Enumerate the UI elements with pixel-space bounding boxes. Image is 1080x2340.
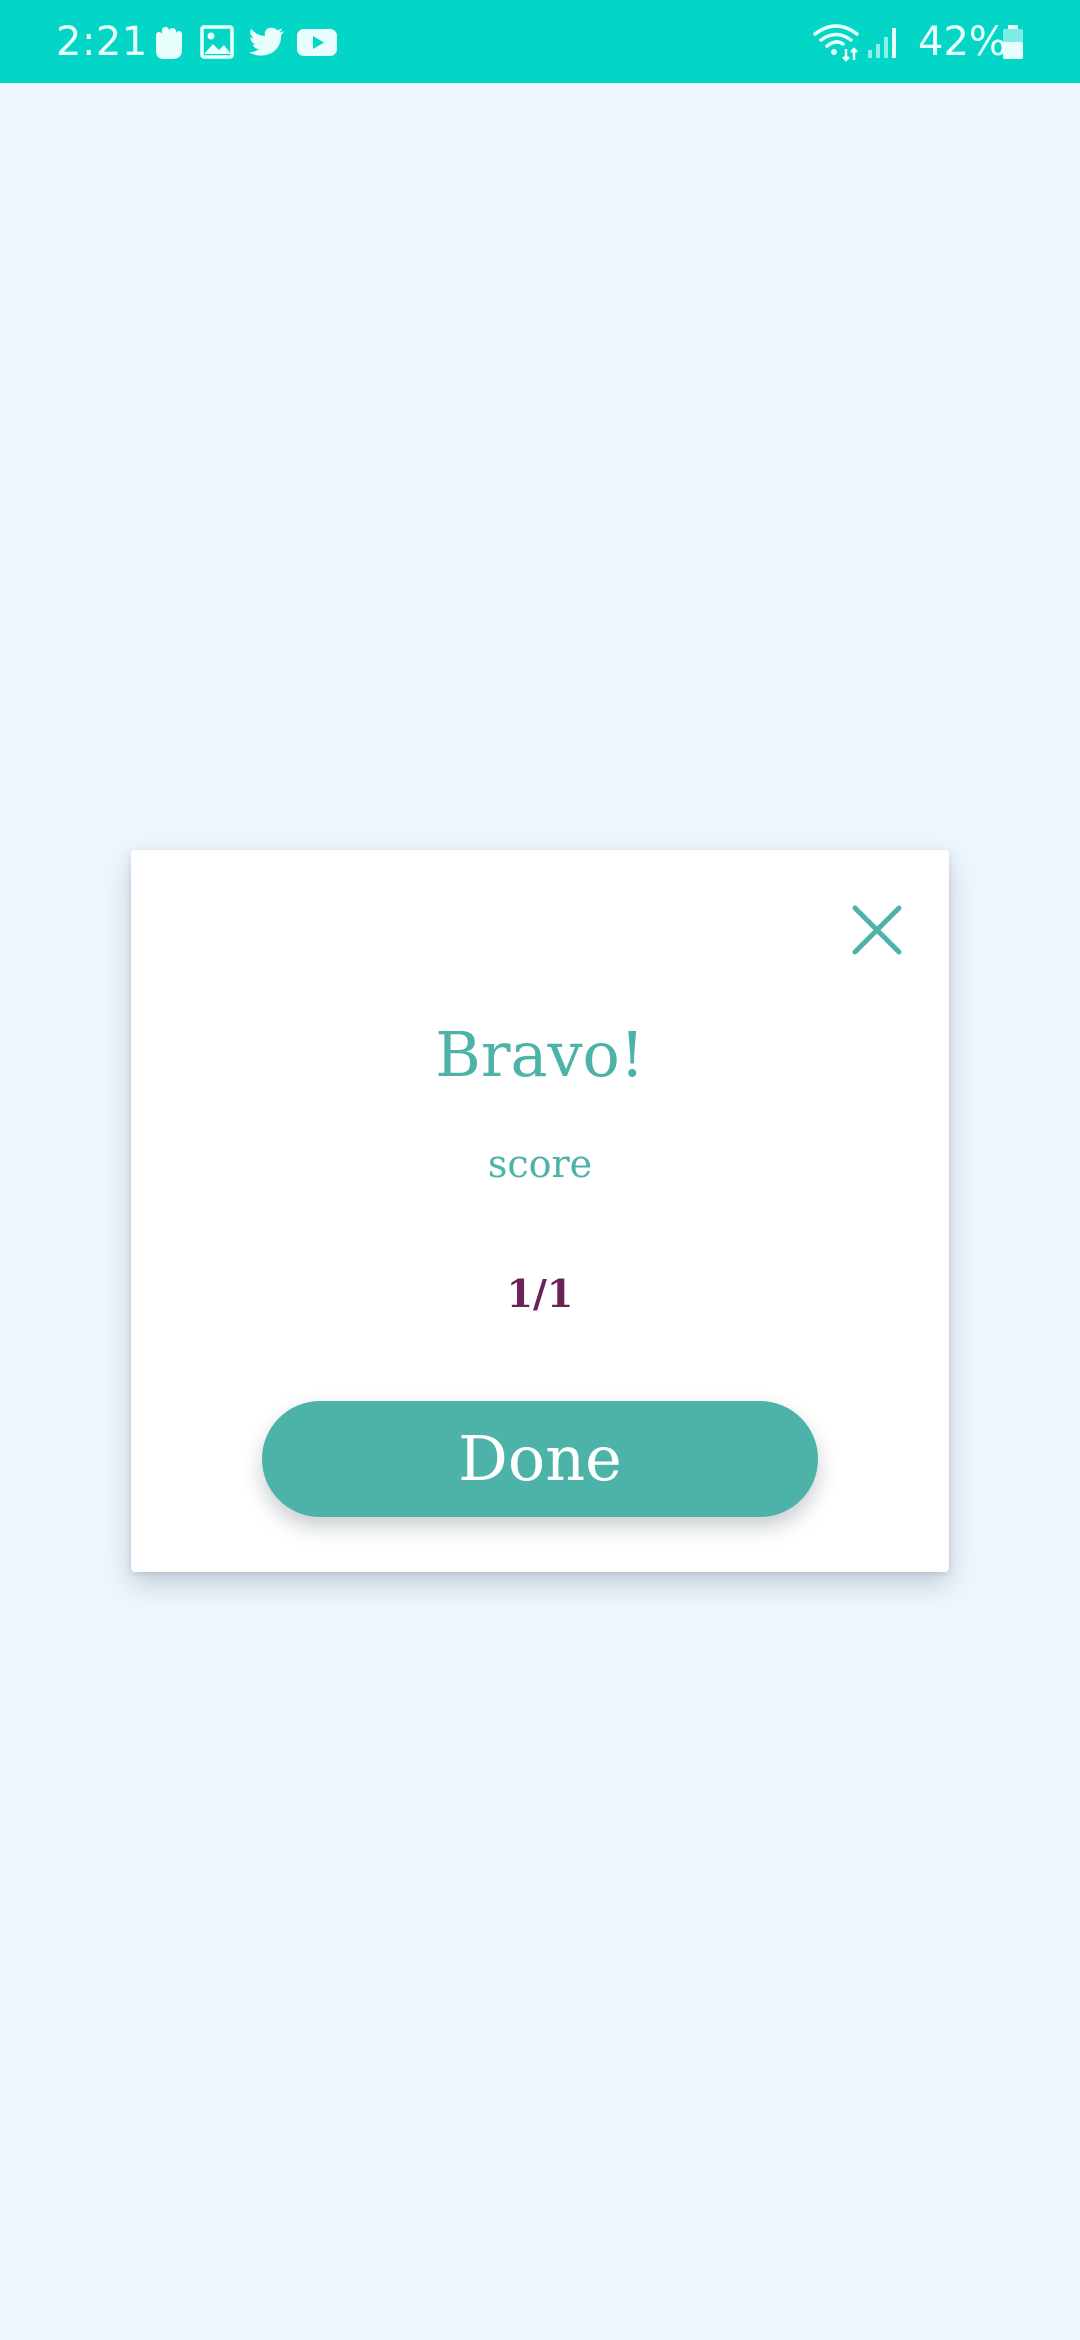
battery-percent: 42% xyxy=(918,19,1007,65)
hand-icon xyxy=(150,22,184,62)
youtube-icon xyxy=(296,22,338,62)
twitter-icon xyxy=(248,22,286,62)
wifi-icon xyxy=(812,22,860,62)
score-label: score xyxy=(487,1142,593,1186)
image-icon xyxy=(200,22,234,62)
battery-icon xyxy=(1000,22,1026,62)
close-icon xyxy=(852,905,902,955)
close-button[interactable] xyxy=(847,900,907,960)
signal-icon xyxy=(866,22,900,62)
done-button[interactable]: Done xyxy=(262,1401,818,1517)
status-time: 2:21 xyxy=(56,19,148,65)
status-bar: 2:21 42% xyxy=(0,0,1080,83)
result-dialog: Bravo! score 1/1 Done xyxy=(131,850,949,1572)
score-value: 1/1 xyxy=(506,1271,574,1316)
dialog-title: Bravo! xyxy=(435,1018,645,1091)
